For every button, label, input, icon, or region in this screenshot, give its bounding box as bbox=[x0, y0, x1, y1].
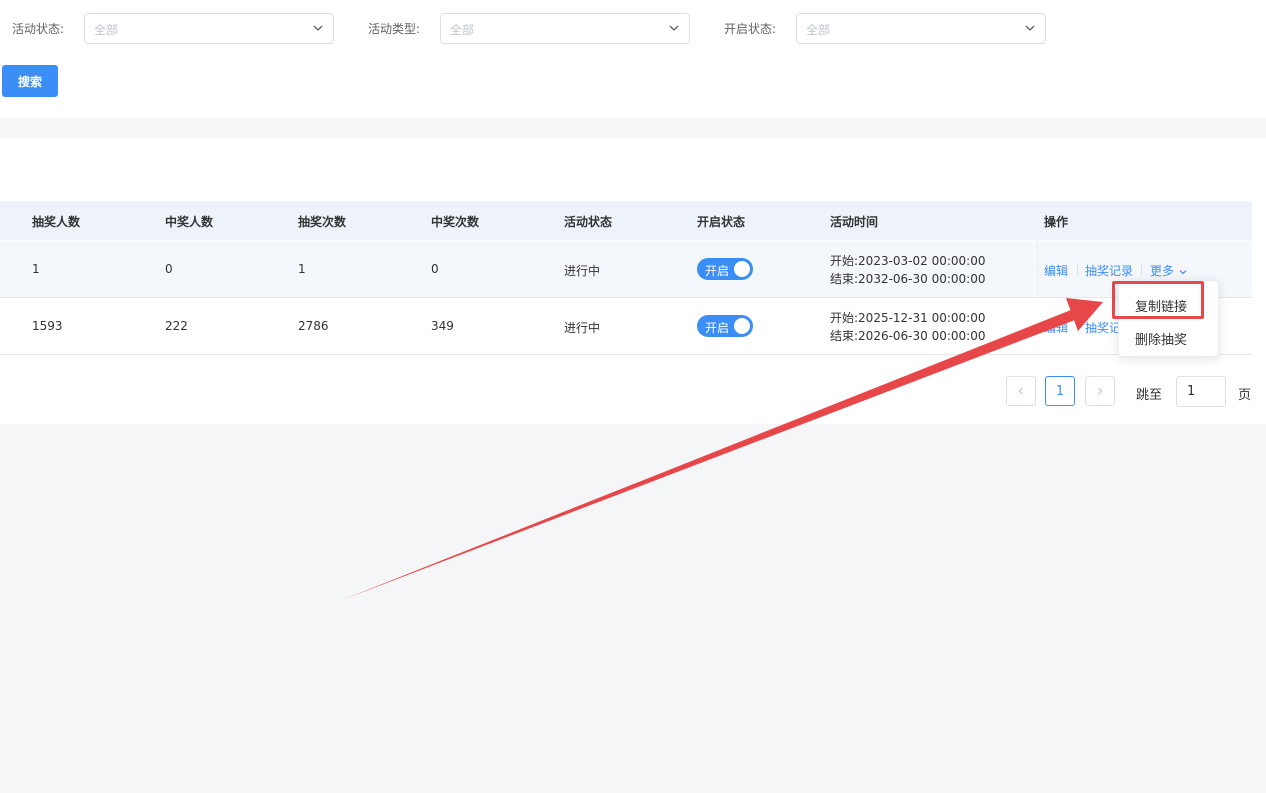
annotation-highlight-box bbox=[1112, 281, 1204, 319]
cell-draw-times: 2786 bbox=[298, 319, 329, 333]
header-status: 活动状态 bbox=[564, 215, 613, 229]
header-win-people: 中奖人数 bbox=[165, 215, 214, 229]
open-filter-value: 全部 bbox=[806, 23, 831, 37]
type-filter-label: 活动类型: bbox=[368, 22, 421, 36]
next-page-button[interactable] bbox=[1085, 376, 1115, 406]
cell-draw-people: 1593 bbox=[32, 319, 63, 333]
filter-panel: 活动状态: 全部 活动类型: 全部 开启状态: 全部 搜索 bbox=[0, 0, 1266, 118]
cell-start-time: 开始:2025-12-31 00:00:00 bbox=[830, 311, 986, 325]
toggle-label: 开启 bbox=[705, 321, 730, 335]
edit-link[interactable]: 编辑 bbox=[1044, 319, 1068, 336]
actions-column-divider bbox=[1037, 201, 1038, 297]
toggle-label: 开启 bbox=[705, 264, 730, 278]
table-header: 抽奖人数 中奖人数 抽奖次数 中奖次数 活动状态 开启状态 活动时间 操作 bbox=[0, 201, 1252, 240]
status-filter-value: 全部 bbox=[94, 23, 119, 37]
type-filter-value: 全部 bbox=[450, 23, 475, 37]
cell-end-time: 结束:2032-06-30 00:00:00 bbox=[830, 272, 986, 286]
chevron-down-icon bbox=[1179, 269, 1187, 274]
toggle-knob bbox=[734, 261, 750, 277]
open-filter-label: 开启状态: bbox=[724, 22, 777, 36]
cell-status: 进行中 bbox=[564, 321, 601, 335]
status-filter-select[interactable]: 全部 bbox=[84, 13, 334, 44]
prev-page-button[interactable] bbox=[1006, 376, 1036, 406]
cell-win-times: 0 bbox=[431, 262, 439, 276]
table-row: 1 0 1 0 进行中 开启 开始:2023-03-02 00:00:00 结束… bbox=[0, 241, 1252, 298]
records-link[interactable]: 抽奖记录 bbox=[1085, 262, 1133, 279]
open-toggle[interactable]: 开启 bbox=[697, 258, 753, 280]
edit-link[interactable]: 编辑 bbox=[1044, 262, 1068, 279]
cell-win-people: 222 bbox=[165, 319, 188, 333]
header-actions: 操作 bbox=[1044, 215, 1069, 229]
chevron-down-icon bbox=[669, 25, 679, 31]
cell-draw-people: 1 bbox=[32, 262, 40, 276]
header-draw-people: 抽奖人数 bbox=[32, 215, 81, 229]
jump-page-input[interactable] bbox=[1176, 376, 1226, 407]
toggle-knob bbox=[734, 318, 750, 334]
more-dropdown-trigger[interactable]: 更多 bbox=[1150, 262, 1188, 279]
more-label: 更多 bbox=[1150, 264, 1175, 278]
page-suffix-label: 页 bbox=[1238, 388, 1252, 403]
records-link[interactable]: 抽奖记 bbox=[1085, 319, 1120, 336]
header-draw-times: 抽奖次数 bbox=[298, 215, 347, 229]
chevron-down-icon bbox=[1025, 25, 1035, 31]
cell-start-time: 开始:2023-03-02 00:00:00 bbox=[830, 254, 986, 268]
table-row: 1593 222 2786 349 进行中 开启 开始:2025-12-31 0… bbox=[0, 298, 1252, 355]
jump-label: 跳至 bbox=[1136, 388, 1163, 403]
cell-end-time: 结束:2026-06-30 00:00:00 bbox=[830, 329, 986, 343]
header-win-times: 中奖次数 bbox=[431, 215, 480, 229]
open-filter-select[interactable]: 全部 bbox=[796, 13, 1046, 44]
chevron-left-icon bbox=[1018, 387, 1023, 395]
action-divider bbox=[1077, 264, 1078, 275]
header-open-status: 开启状态 bbox=[697, 215, 746, 229]
cell-win-people: 0 bbox=[165, 262, 173, 276]
chevron-right-icon bbox=[1098, 387, 1103, 395]
page-number-button[interactable]: 1 bbox=[1045, 376, 1075, 406]
action-divider bbox=[1141, 264, 1142, 275]
action-divider bbox=[1077, 321, 1078, 332]
type-filter-select[interactable]: 全部 bbox=[440, 13, 690, 44]
chevron-down-icon bbox=[313, 25, 323, 31]
header-time: 活动时间 bbox=[830, 215, 879, 229]
open-toggle[interactable]: 开启 bbox=[697, 315, 753, 337]
cell-draw-times: 1 bbox=[298, 262, 306, 276]
cell-win-times: 349 bbox=[431, 319, 454, 333]
search-button[interactable]: 搜索 bbox=[2, 65, 58, 97]
status-filter-label: 活动状态: bbox=[12, 22, 65, 36]
cell-status: 进行中 bbox=[564, 264, 601, 278]
delete-lottery-menu-item[interactable]: 删除抽奖 bbox=[1135, 329, 1187, 348]
